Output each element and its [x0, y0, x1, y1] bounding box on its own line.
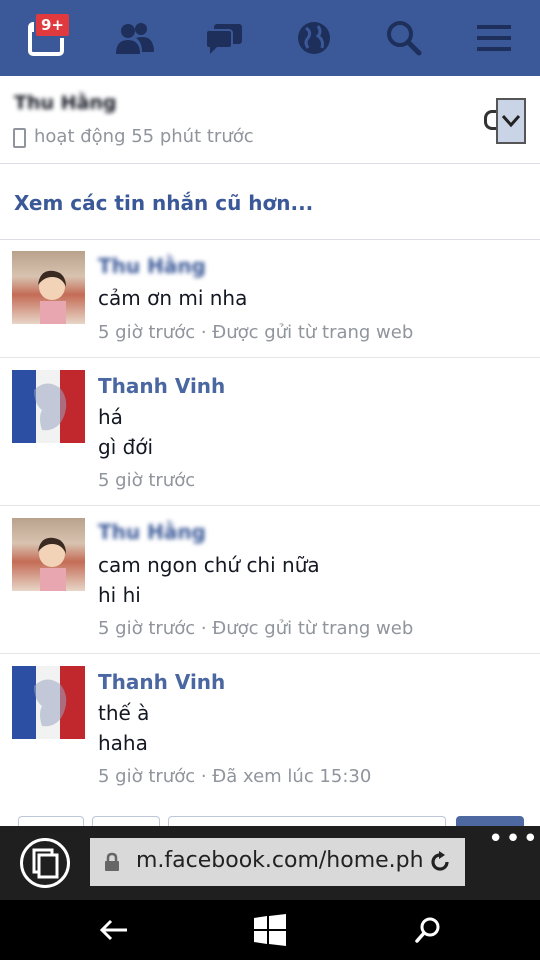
windows-start-icon[interactable]: [250, 910, 290, 950]
message-text: cảm ơn mi nha: [98, 286, 248, 310]
more-options-button[interactable]: •••: [488, 826, 540, 852]
sender-name[interactable]: Thanh Vinh: [98, 670, 225, 694]
sender-name[interactable]: Thu Hằng: [98, 520, 206, 544]
options-dropdown-button[interactable]: [496, 98, 526, 144]
active-status: hoạt động 55 phút trước: [34, 126, 254, 147]
globe-icon[interactable]: [290, 14, 338, 62]
lock-icon: [105, 852, 119, 871]
search-icon[interactable]: [380, 14, 428, 62]
message-meta: 5 giờ trước · Được gửi từ trang web: [98, 618, 414, 639]
message-item: Thanh Vinh há gì đới 5 giờ trước: [0, 358, 540, 506]
message-item: Thu Hằng cam ngon chứ chi nữa hi hi 5 gi…: [0, 506, 540, 654]
avatar[interactable]: [12, 518, 85, 591]
address-bar[interactable]: m.facebook.com/home.php: [90, 838, 465, 886]
message-item: Thu Hằng cảm ơn mi nha 5 giờ trước · Đượ…: [0, 240, 540, 358]
message-text: haha: [98, 731, 148, 755]
message-text: gì đới: [98, 435, 154, 459]
browser-bar: m.facebook.com/home.php •••: [0, 826, 540, 900]
url-text: m.facebook.com/home.php: [136, 848, 424, 873]
avatar[interactable]: [12, 370, 85, 443]
message-text: thế à: [98, 701, 150, 725]
tabs-icon: [32, 848, 59, 879]
see-older-messages-link[interactable]: Xem các tin nhắn cũ hơn...: [14, 191, 313, 215]
message-meta: 5 giờ trước · Được gửi từ trang web: [98, 322, 414, 343]
message-text: hi hi: [98, 583, 141, 607]
message-text: há: [98, 405, 123, 429]
back-icon[interactable]: [94, 910, 134, 950]
tabs-button[interactable]: [20, 838, 70, 888]
mobile-phone-icon: [13, 128, 26, 148]
messages-icon[interactable]: [200, 14, 248, 62]
system-nav-bar: [0, 900, 540, 960]
older-messages-row: Xem các tin nhắn cũ hơn...: [0, 165, 540, 240]
conversation-name: Thu Hằng: [14, 92, 117, 114]
conversation-header: Thu Hằng hoạt động 55 phút trước: [0, 76, 540, 164]
sender-name[interactable]: Thu Hằng: [98, 254, 206, 278]
message-item: Thanh Vinh thế à haha 5 giờ trước · Đã x…: [0, 654, 540, 804]
message-meta: 5 giờ trước · Đã xem lúc 15:30: [98, 766, 372, 787]
menu-icon[interactable]: [470, 14, 518, 62]
sender-name[interactable]: Thanh Vinh: [98, 374, 225, 398]
friends-icon[interactable]: [110, 14, 158, 62]
search-icon[interactable]: [408, 910, 448, 950]
message-meta: 5 giờ trước: [98, 470, 196, 491]
avatar[interactable]: [12, 251, 85, 324]
refresh-icon[interactable]: [428, 850, 452, 874]
avatar[interactable]: [12, 666, 85, 739]
top-nav-bar: 9+: [0, 0, 540, 76]
chevron-down-icon: [501, 115, 521, 128]
notification-badge: 9+: [34, 12, 72, 38]
message-text: cam ngon chứ chi nữa: [98, 553, 320, 577]
